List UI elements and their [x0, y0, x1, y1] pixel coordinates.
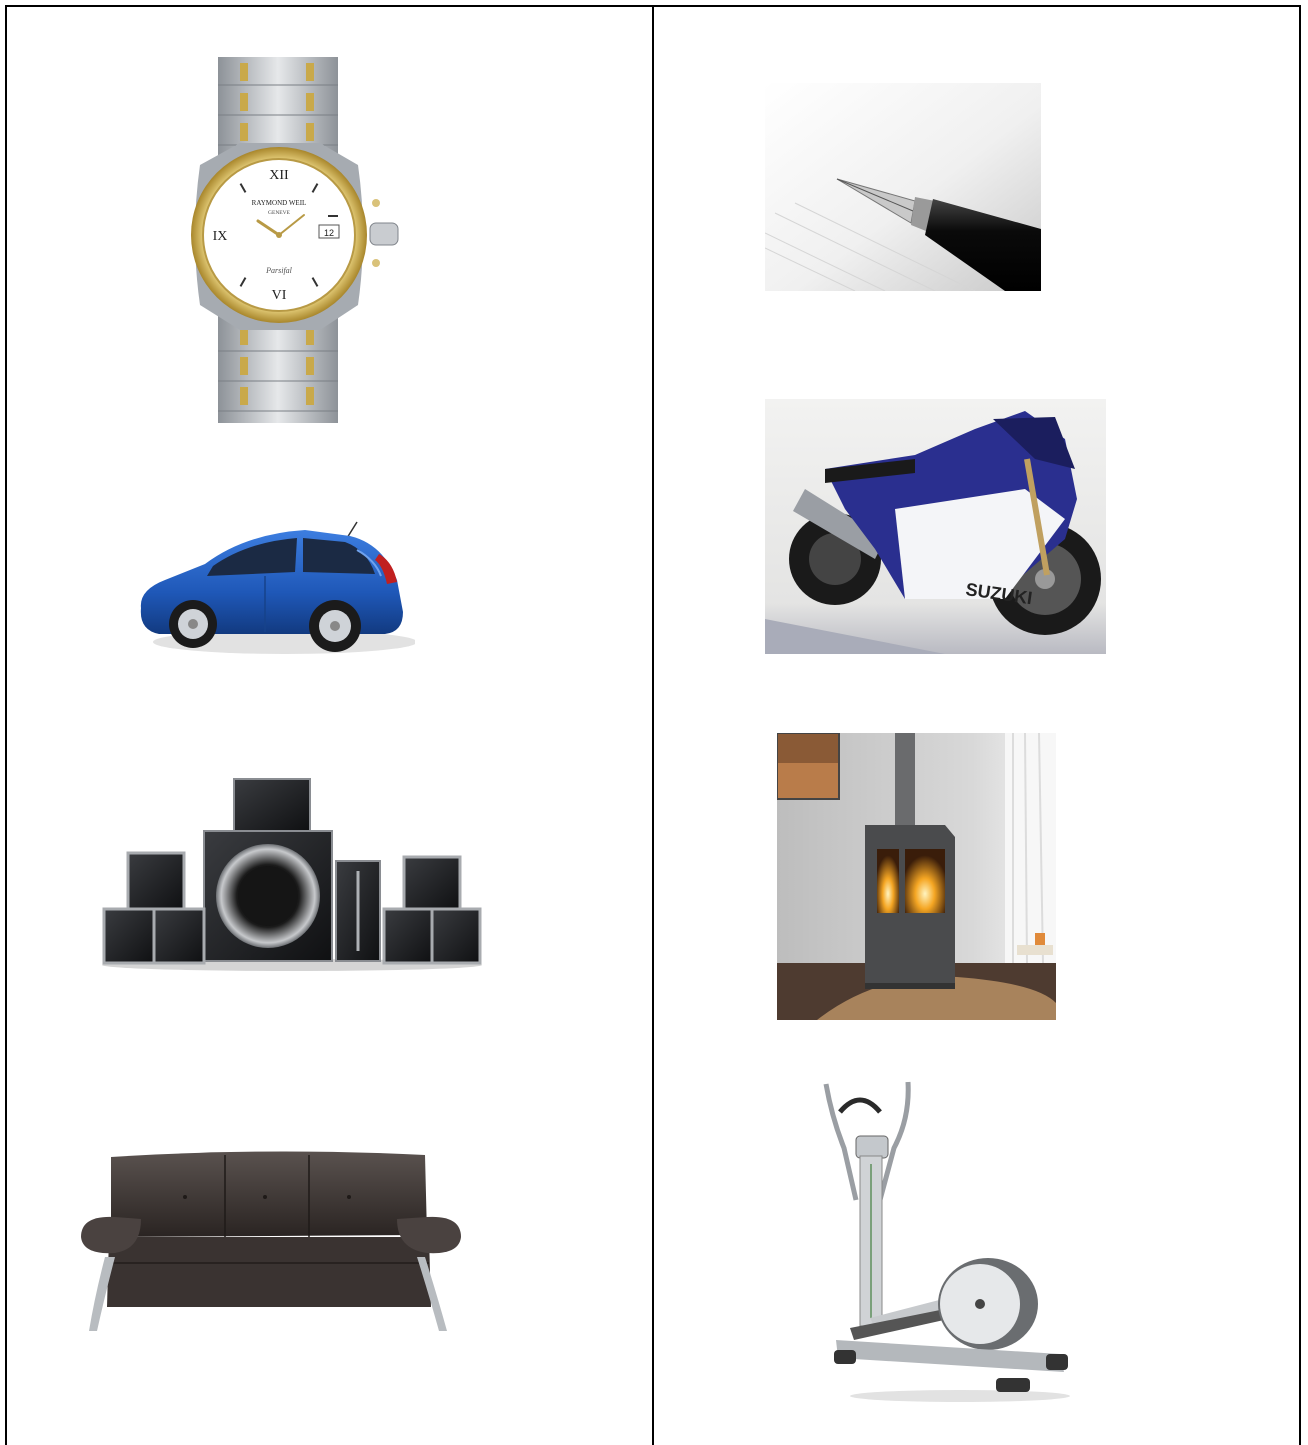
sport-motorcycle-icon: SUZUKI [765, 399, 1106, 654]
speaker-system-icon [102, 778, 482, 971]
wristwatch-image: XII IX VI RAYMOND WEIL GENEVE Parsifal 1… [180, 55, 412, 440]
dial-model: Parsifal [265, 266, 293, 275]
fountain-pen-icon [765, 83, 1041, 291]
wristwatch-icon: XII IX VI RAYMOND WEIL GENEVE Parsifal 1… [191, 57, 399, 423]
dial-city: GENEVE [268, 210, 291, 216]
elliptical-trainer-icon [823, 1081, 1070, 1402]
numeral-ix: IX [213, 229, 228, 244]
leather-sofa-icon [81, 1151, 461, 1331]
hatchback-car-icon [140, 521, 415, 654]
speaker-system-image [100, 775, 485, 975]
wood-stove-image [777, 733, 1056, 1020]
motorcycle-image: SUZUKI [765, 399, 1106, 654]
fountain-pen-image [765, 83, 1041, 291]
dial-date: 12 [324, 228, 334, 238]
elliptical-trainer-image [820, 1078, 1072, 1403]
wood-stove-icon [777, 733, 1056, 1020]
numeral-vi: VI [272, 288, 287, 303]
dial-brand: RAYMOND WEIL [252, 199, 307, 207]
numeral-xii: XII [269, 168, 289, 183]
column-divider [652, 5, 654, 1445]
car-image [135, 520, 415, 660]
sofa-image [75, 1145, 465, 1340]
